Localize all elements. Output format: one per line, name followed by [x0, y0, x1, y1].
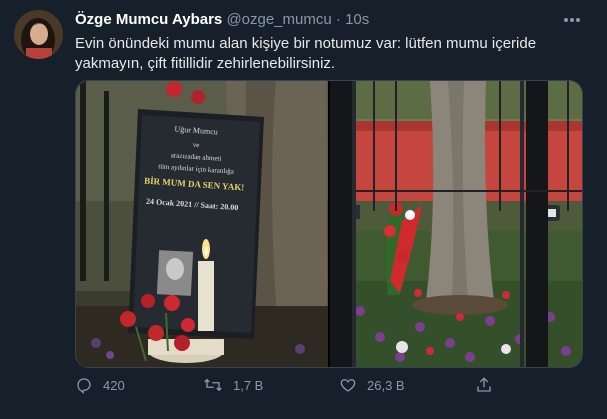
photo-memorial-sign[interactable]: Uğur Mumcu ve arazızadan ahmeti tüm aydı…: [76, 81, 328, 367]
tweet-actions: 420 1,7 B 26,3 B: [75, 376, 585, 398]
share-icon: [477, 377, 491, 392]
photo-wreath-tree[interactable]: [330, 81, 582, 367]
avatar[interactable]: [14, 10, 63, 59]
tweet-header: Özge Mumcu Aybars @ozge_mumcu · 10s: [75, 11, 369, 31]
like-count: 26,3 B: [367, 377, 405, 393]
tweet-text: Evin önündeki mumu alan kişiye bir notum…: [75, 35, 537, 72]
tweet[interactable]: Özge Mumcu Aybars @ozge_mumcu · 10s Evin…: [0, 0, 607, 419]
reply-count: 420: [103, 377, 125, 393]
share-button[interactable]: [475, 376, 493, 394]
more-horizontal-icon: [564, 18, 580, 22]
avatar-image: [14, 10, 63, 59]
like-button[interactable]: 26,3 B: [339, 376, 405, 394]
retweet-button[interactable]: 1,7 B: [203, 376, 263, 394]
reply-icon: [77, 378, 91, 394]
author-name[interactable]: Özge Mumcu Aybars: [75, 11, 222, 28]
reply-button[interactable]: 420: [75, 376, 125, 394]
media-grid: Uğur Mumcu ve arazızadan ahmeti tüm aydı…: [75, 80, 583, 368]
sign-line-2: ve: [193, 141, 200, 149]
retweet-count: 1,7 B: [233, 377, 264, 393]
heart-icon: [340, 379, 356, 392]
more-icon[interactable]: [563, 10, 581, 28]
retweet-icon: [204, 378, 222, 392]
author-handle[interactable]: @ozge_mumcu: [226, 11, 331, 28]
tweet-time[interactable]: 10s: [345, 11, 369, 28]
separator-dot: ·: [335, 11, 341, 28]
